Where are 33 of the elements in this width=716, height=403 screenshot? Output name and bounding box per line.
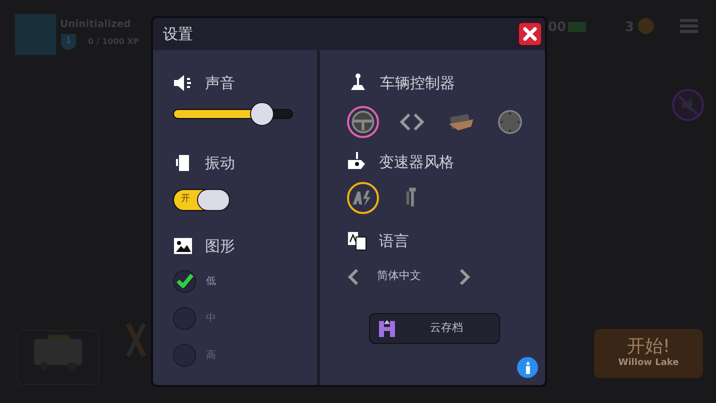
radio-button[interactable] [173, 306, 196, 330]
graphics-option[interactable]: 中 [173, 306, 317, 330]
section-label: 振动 [205, 152, 235, 174]
image-icon [173, 236, 193, 256]
graphics-option[interactable]: 低 [173, 270, 317, 292]
section-label: 图形 [205, 236, 235, 257]
language-value: 简体中文 [377, 268, 422, 284]
gear-shift-icon [347, 152, 367, 172]
radio-button[interactable] [173, 270, 196, 292]
toggle-knob [197, 189, 230, 211]
dialog-title: 设置 [163, 24, 193, 45]
section-label: 声音 [205, 73, 235, 94]
slider-thumb[interactable] [250, 102, 274, 126]
graphics-option[interactable]: 高 [173, 344, 317, 366]
save-upload-icon [379, 319, 395, 337]
close-icon [523, 27, 537, 41]
info-icon [524, 362, 530, 374]
automatic-gear-icon[interactable] [347, 182, 379, 214]
translate-icon [347, 231, 367, 252]
chevron-left-icon[interactable] [347, 268, 359, 286]
radio-button[interactable] [173, 344, 196, 366]
section-label: 变速器风格 [379, 152, 454, 172]
speaker-icon [173, 73, 193, 94]
coin-icon [638, 18, 654, 34]
chevron-right-icon[interactable] [459, 268, 471, 286]
start-button[interactable]: 开始! Willow Lake [594, 329, 703, 378]
section-label: 车辆控制器 [380, 73, 455, 94]
info-button[interactable] [517, 357, 538, 378]
vibration-toggle[interactable]: 开 [173, 189, 230, 211]
steering-wheel-icon[interactable] [347, 106, 379, 138]
cloud-save-button[interactable]: 云存档 [369, 312, 500, 344]
close-button[interactable] [518, 22, 542, 46]
section-label: 语言 [379, 231, 409, 252]
